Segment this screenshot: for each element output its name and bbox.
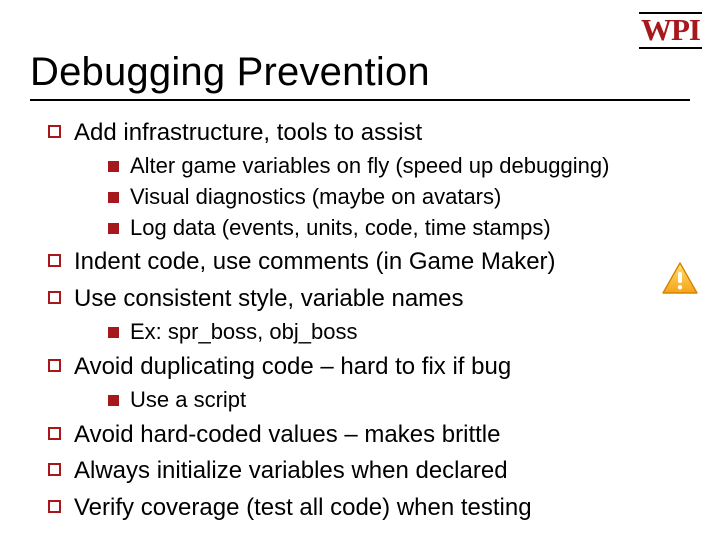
slide-title: Debugging Prevention [30, 50, 690, 95]
sub-item: Alter game variables on fly (speed up de… [108, 151, 690, 181]
bullet-text: Use consistent style, variable names [74, 285, 464, 312]
warning-icon [662, 262, 698, 295]
sub-list: Alter game variables on fly (speed up de… [74, 151, 690, 242]
list-item: Avoid duplicating code – hard to fix if … [48, 351, 690, 415]
list-item: Avoid hard-coded values – makes brittle [48, 419, 690, 451]
bullet-text: Avoid duplicating code – hard to fix if … [74, 353, 511, 380]
list-item: Always initialize variables when declare… [48, 455, 690, 487]
bullet-text: Add infrastructure, tools to assist [74, 119, 422, 146]
bullet-text: Indent code, use comments (in Game Maker… [74, 248, 556, 275]
bullet-text: Verify coverage (test all code) when tes… [74, 494, 532, 521]
title-rule [30, 99, 690, 101]
wpi-logo: WPI [639, 12, 702, 49]
list-item: Verify coverage (test all code) when tes… [48, 492, 690, 524]
list-item: Indent code, use comments (in Game Maker… [48, 246, 690, 278]
list-item: Use consistent style, variable names Ex:… [48, 283, 690, 347]
sub-item: Use a script [108, 385, 690, 415]
sub-item: Log data (events, units, code, time stam… [108, 213, 690, 243]
slide: WPI Debugging Prevention Add infrastruct… [0, 0, 720, 540]
sub-list: Ex: spr_boss, obj_boss [74, 317, 690, 347]
bullet-text: Always initialize variables when declare… [74, 457, 508, 484]
list-item: Add infrastructure, tools to assist Alte… [48, 117, 690, 242]
sub-item: Visual diagnostics (maybe on avatars) [108, 182, 690, 212]
bullet-text: Avoid hard-coded values – makes brittle [74, 421, 500, 448]
bullet-list: Add infrastructure, tools to assist Alte… [30, 117, 690, 524]
sub-list: Use a script [74, 385, 690, 415]
sub-item: Ex: spr_boss, obj_boss [108, 317, 690, 347]
